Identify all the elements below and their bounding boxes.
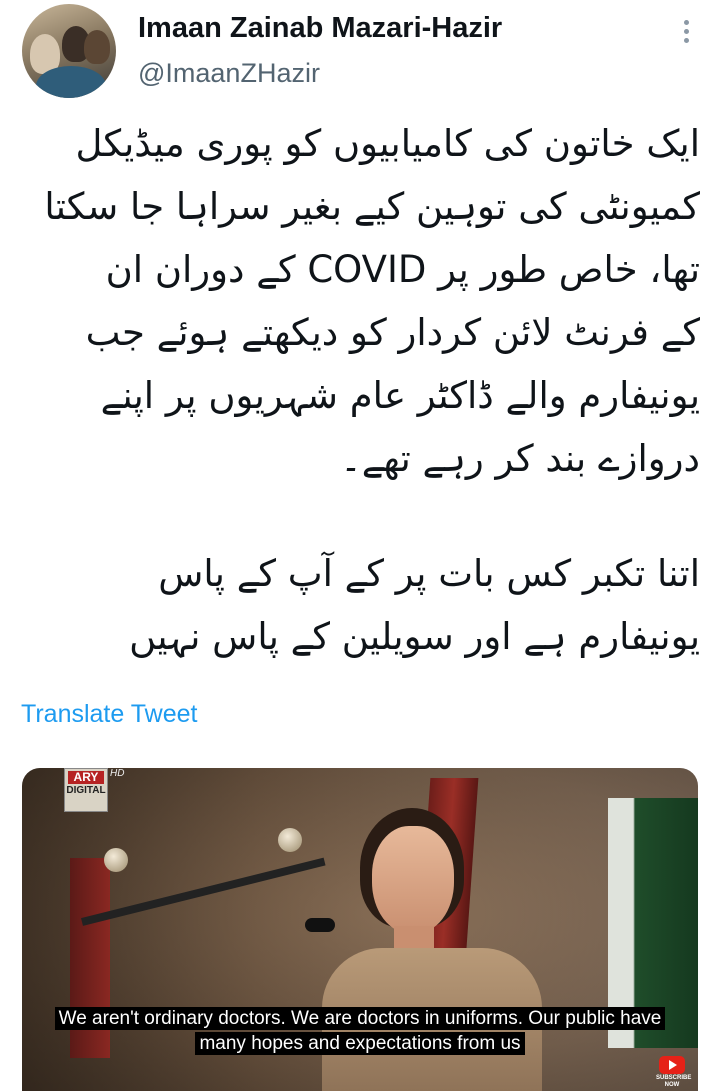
tweet-line: یونیفارم ہے اور سویلین کے پاس نہیں	[129, 615, 700, 658]
tweet-line: ایک خاتون کی کامیابیوں کو پوری میڈیکل	[75, 122, 700, 165]
tweet-line: کے فرنٹ لائن کردار کو دیکھتے ہوئے جب	[85, 311, 700, 354]
avatar[interactable]	[22, 4, 116, 98]
channel-logo-text: ARY	[68, 771, 104, 784]
channel-logo: ARY DIGITAL	[64, 768, 108, 812]
more-vertical-icon-dot	[683, 38, 689, 43]
more-options-button[interactable]	[674, 20, 698, 46]
tweet-line: کمیونٹی کی توہین کیے بغیر سراہا جا سکتا	[44, 185, 700, 228]
tweet-text: ایک خاتون کی کامیابیوں کو پوری میڈیکل کم…	[20, 112, 700, 668]
microphone-icon	[305, 918, 335, 932]
tweet: Imaan Zainab Mazari-Hazir @ImaanZHazir ا…	[0, 0, 720, 1091]
video-subtitle: We aren't ordinary doctors. We are docto…	[34, 1006, 686, 1056]
subscribe-badge: SUBSCRIBE NOW	[656, 1056, 692, 1088]
tweet-line: دروازے بند کر رہے تھے۔	[340, 437, 700, 480]
flag-pole-top	[278, 828, 302, 852]
more-vertical-icon	[683, 20, 689, 25]
hd-label: HD	[110, 768, 125, 779]
youtube-icon	[659, 1056, 685, 1074]
subscribe-label: SUBSCRIBE NOW	[656, 1075, 692, 1088]
tweet-line: اتنا تکبر کس بات پر کے آپ کے پاس	[158, 552, 700, 595]
tweet-media-image[interactable]: ARY DIGITAL HD We aren't ordinary doctor…	[22, 768, 698, 1091]
subtitle-line-1: We aren't ordinary doctors. We are docto…	[54, 1007, 666, 1030]
tweet-line: تھا، خاص طور پر COVID کے دوران ان	[105, 248, 700, 291]
channel-logo-sub: DIGITAL	[66, 785, 106, 796]
more-vertical-icon-dot	[683, 29, 689, 34]
author-name[interactable]: Imaan Zainab Mazari-Hazir	[138, 12, 502, 45]
flag-pole-top	[104, 848, 128, 872]
subtitle-line-2: many hopes and expectations from us	[195, 1032, 525, 1055]
tweet-line: یونیفارم والے ڈاکٹر عام شہریوں پر اپنے	[100, 374, 700, 417]
author-handle[interactable]: @ImaanZHazir	[138, 58, 320, 89]
translate-tweet-link[interactable]: Translate Tweet	[21, 700, 197, 729]
speaker-face	[372, 826, 454, 934]
